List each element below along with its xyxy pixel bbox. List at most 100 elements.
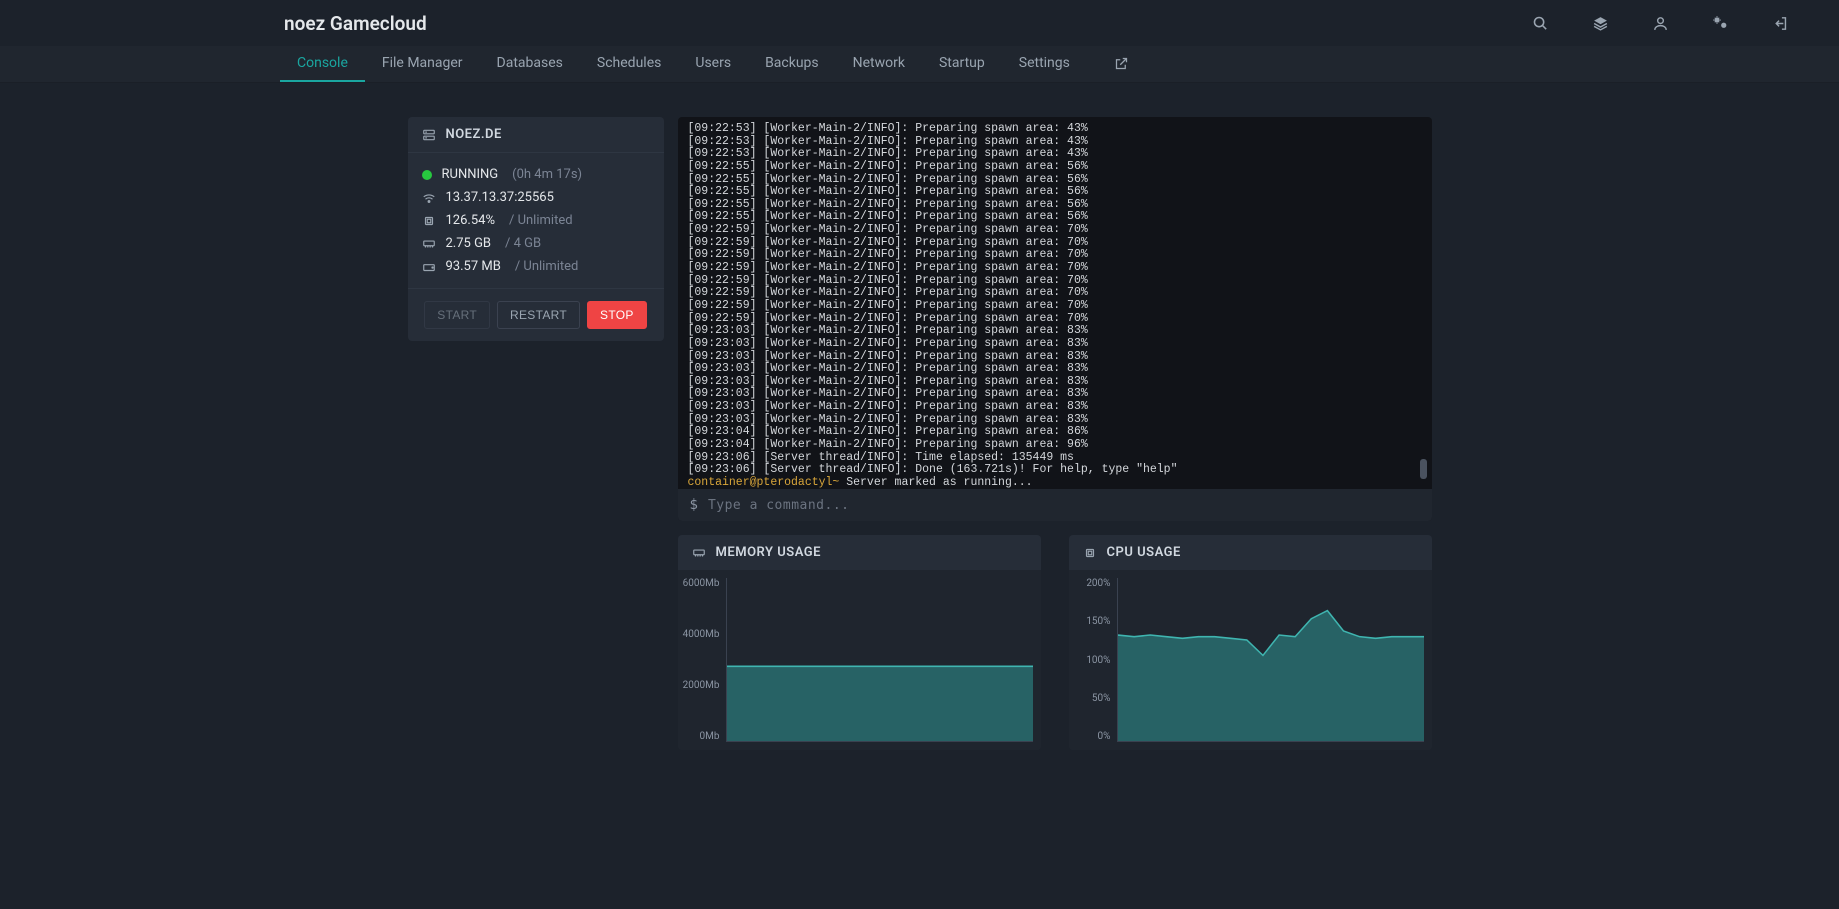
- scrollbar-thumb[interactable]: [1420, 459, 1427, 479]
- tab-label: File Manager: [382, 55, 463, 71]
- server-name: NOEZ.DE: [446, 127, 502, 142]
- cpu-row: 126.54% / Unlimited: [422, 209, 650, 232]
- disk-row: 93.57 MB / Unlimited: [422, 255, 650, 278]
- tab-label: Settings: [1019, 55, 1070, 71]
- memory-row: 2.75 GB / 4 GB: [422, 232, 650, 255]
- tab-label: Schedules: [597, 55, 661, 71]
- mem-limit: / 4 GB: [505, 236, 541, 251]
- y-tick: 6000Mb: [683, 578, 720, 589]
- search-icon[interactable]: [1531, 14, 1549, 32]
- layers-icon[interactable]: [1591, 14, 1609, 32]
- chart-body: 200% 150% 100% 50% 0%: [1069, 570, 1432, 750]
- y-tick: 0Mb: [700, 731, 720, 742]
- tab-file-manager[interactable]: File Manager: [365, 46, 480, 82]
- console-prompt-line: container@pterodactyl~ Server marked as …: [688, 477, 1422, 489]
- cpu-value: 126.54%: [446, 213, 495, 228]
- chart-body: 6000Mb 4000Mb 2000Mb 0Mb: [678, 570, 1041, 750]
- nav-tabs: Console File Manager Databases Schedules…: [0, 46, 1839, 83]
- mem-value: 2.75 GB: [446, 236, 492, 251]
- topbar: noez Gamecloud: [0, 0, 1839, 46]
- power-buttons: START RESTART STOP: [408, 289, 664, 341]
- card-header: NOEZ.DE: [408, 117, 664, 153]
- tab-users[interactable]: Users: [678, 46, 748, 82]
- tab-schedules[interactable]: Schedules: [580, 46, 678, 82]
- user-icon[interactable]: [1651, 14, 1669, 32]
- console-output[interactable]: [09:22:53] [Worker-Main-2/INFO]: Prepari…: [678, 117, 1432, 489]
- console-line: [09:22:55] [Worker-Main-2/INFO]: Prepari…: [688, 161, 1422, 174]
- chart-title: MEMORY USAGE: [716, 545, 821, 560]
- console-line: [09:22:59] [Worker-Main-2/INFO]: Prepari…: [688, 262, 1422, 275]
- topbar-icons: [1531, 14, 1799, 32]
- y-tick: 200%: [1086, 578, 1110, 589]
- y-tick: 150%: [1086, 616, 1110, 627]
- chart-header: MEMORY USAGE: [678, 535, 1041, 570]
- wifi-icon: [422, 191, 436, 205]
- tab-label: Backups: [765, 55, 819, 71]
- tab-label: Databases: [497, 55, 563, 71]
- console-input[interactable]: [708, 498, 1420, 513]
- cpu-chart: 200% 150% 100% 50% 0%: [1071, 578, 1424, 742]
- disk-icon: [422, 260, 436, 274]
- content: NOEZ.DE RUNNING (0h 4m 17s) 13.37.13.37:…: [0, 83, 1839, 770]
- plot-area: [726, 578, 1033, 742]
- brand-title: noez Gamecloud: [284, 12, 427, 35]
- console-input-row: $: [678, 489, 1432, 521]
- stop-button[interactable]: STOP: [587, 301, 647, 329]
- y-axis: 6000Mb 4000Mb 2000Mb 0Mb: [680, 578, 726, 742]
- status-text: RUNNING: [442, 167, 499, 182]
- tab-settings[interactable]: Settings: [1002, 46, 1087, 82]
- y-tick: 100%: [1086, 655, 1110, 666]
- address-row: 13.37.13.37:25565: [422, 186, 650, 209]
- tab-label: Users: [695, 55, 731, 71]
- plot-area: [1117, 578, 1424, 742]
- memory-chart-card: MEMORY USAGE 6000Mb 4000Mb 2000Mb 0Mb: [678, 535, 1041, 750]
- address-text: 13.37.13.37:25565: [446, 190, 554, 205]
- admin-cogs-icon[interactable]: [1711, 14, 1729, 32]
- console-line: [09:22:55] [Worker-Main-2/INFO]: Prepari…: [688, 186, 1422, 199]
- chart-header: CPU USAGE: [1069, 535, 1432, 570]
- memory-icon: [422, 237, 436, 251]
- restart-button[interactable]: RESTART: [497, 301, 580, 329]
- main-column: [09:22:53] [Worker-Main-2/INFO]: Prepari…: [678, 117, 1432, 750]
- tab-startup[interactable]: Startup: [922, 46, 1002, 82]
- memory-chart: 6000Mb 4000Mb 2000Mb 0Mb: [680, 578, 1033, 742]
- disk-limit: / Unlimited: [515, 259, 579, 274]
- console-line: [09:23:03] [Worker-Main-2/INFO]: Prepari…: [688, 363, 1422, 376]
- y-axis: 200% 150% 100% 50% 0%: [1071, 578, 1117, 742]
- disk-value: 93.57 MB: [446, 259, 501, 274]
- tab-backups[interactable]: Backups: [748, 46, 836, 82]
- cpu-limit: / Unlimited: [509, 213, 573, 228]
- cpu-icon: [422, 214, 436, 228]
- console-line: [09:23:04] [Worker-Main-2/INFO]: Prepari…: [688, 439, 1422, 452]
- y-tick: 4000Mb: [683, 629, 720, 640]
- console: [09:22:53] [Worker-Main-2/INFO]: Prepari…: [678, 117, 1432, 521]
- cpu-chart-card: CPU USAGE 200% 150% 100% 50% 0%: [1069, 535, 1432, 750]
- y-tick: 0%: [1098, 731, 1111, 742]
- tab-network[interactable]: Network: [836, 46, 922, 82]
- start-button[interactable]: START: [424, 301, 490, 329]
- uptime-text: (0h 4m 17s): [512, 167, 582, 182]
- console-line: [09:23:03] [Worker-Main-2/INFO]: Prepari…: [688, 401, 1422, 414]
- chart-title: CPU USAGE: [1107, 545, 1181, 560]
- status-row: RUNNING (0h 4m 17s): [422, 163, 650, 186]
- y-tick: 50%: [1092, 693, 1111, 704]
- console-line: [09:22:59] [Worker-Main-2/INFO]: Prepari…: [688, 224, 1422, 237]
- console-line: [09:23:03] [Worker-Main-2/INFO]: Prepari…: [688, 338, 1422, 351]
- tab-databases[interactable]: Databases: [480, 46, 580, 82]
- console-line: [09:23:03] [Worker-Main-2/INFO]: Prepari…: [688, 325, 1422, 338]
- tab-label: Startup: [939, 55, 985, 71]
- y-tick: 2000Mb: [683, 680, 720, 691]
- memory-icon: [692, 546, 706, 560]
- server-info-card: NOEZ.DE RUNNING (0h 4m 17s) 13.37.13.37:…: [408, 117, 664, 341]
- tab-label: Console: [297, 55, 348, 71]
- external-link-icon[interactable]: [1097, 46, 1146, 82]
- server-stats: RUNNING (0h 4m 17s) 13.37.13.37:25565 12…: [408, 153, 664, 289]
- chart-row: MEMORY USAGE 6000Mb 4000Mb 2000Mb 0Mb CPU U…: [678, 535, 1432, 750]
- status-dot-icon: [422, 170, 432, 180]
- server-icon: [422, 128, 436, 142]
- console-line: [09:22:53] [Worker-Main-2/INFO]: Prepari…: [688, 123, 1422, 136]
- logout-icon[interactable]: [1771, 14, 1789, 32]
- tab-label: Network: [853, 55, 905, 71]
- cpu-icon: [1083, 546, 1097, 560]
- tab-console[interactable]: Console: [280, 46, 365, 82]
